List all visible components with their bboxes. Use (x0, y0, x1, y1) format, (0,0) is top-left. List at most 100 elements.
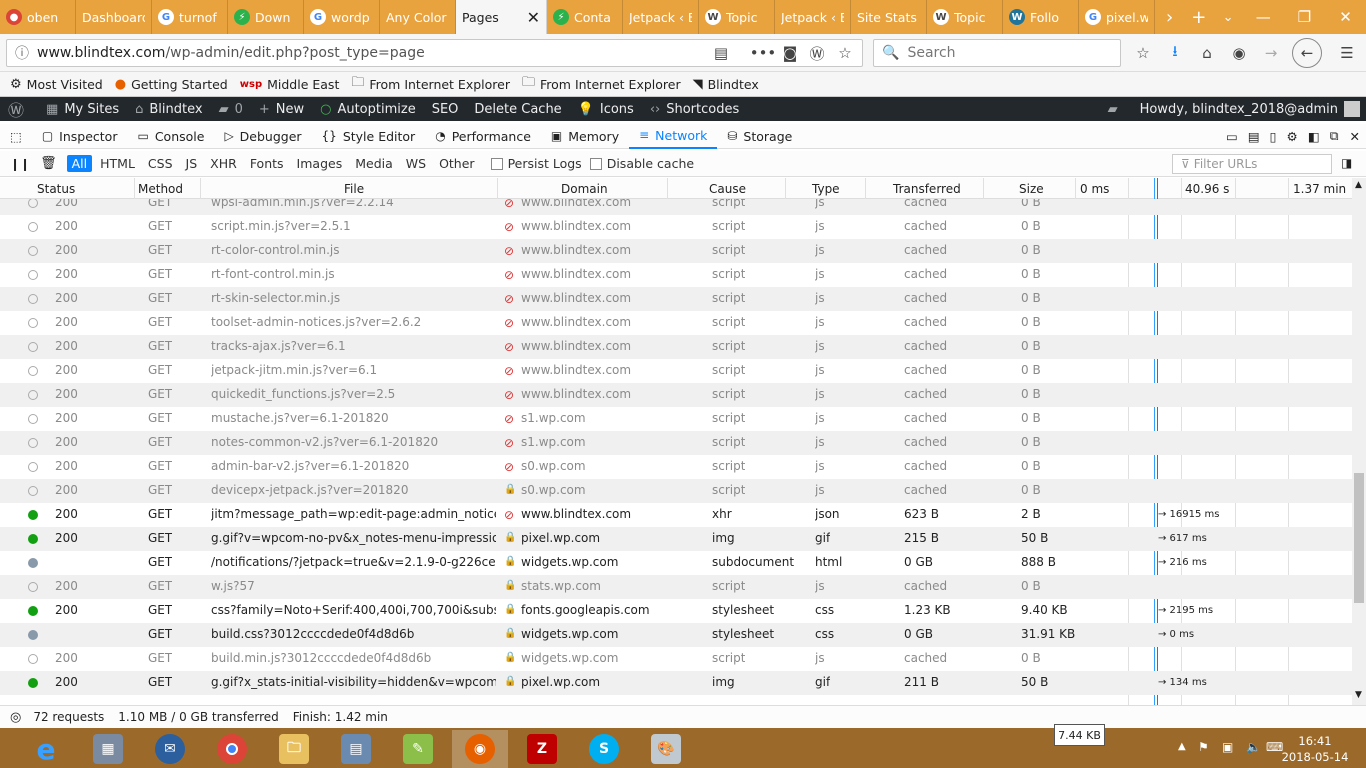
scrollbar-thumb[interactable] (1354, 473, 1364, 603)
new-tab-button[interactable]: + (1184, 0, 1213, 34)
disable-cache-checkbox[interactable]: Disable cache (589, 156, 694, 171)
filter-media[interactable]: Media (350, 155, 398, 172)
file-explorer-icon[interactable]: 🗀 (266, 730, 322, 768)
wp-seo[interactable]: SEO (432, 102, 459, 117)
pick-element-icon[interactable]: ⬚ (0, 124, 32, 149)
scrollbar[interactable]: ▲ ▼ (1352, 178, 1366, 705)
request-list[interactable]: 200 GET wpsl-admin.min.js?ver=2.2.14 www.bl… (0, 199, 1352, 704)
tab-scroll-right-icon[interactable]: › (1155, 0, 1184, 34)
tool-debugger[interactable]: ▷ Debugger (214, 124, 311, 149)
calculator-icon[interactable]: ▦ (80, 730, 136, 768)
request-row[interactable]: 200 GET script.min.js?ver=2.5.1 www.blindte… (0, 215, 1352, 239)
bookmark-star-icon[interactable]: ☆ (832, 40, 858, 66)
search-input[interactable]: 🔍 Search (873, 39, 1121, 67)
browser-tab[interactable]: W Topic (927, 0, 1003, 34)
browser-tab[interactable]: Site Stats ‹ (851, 0, 927, 34)
request-row[interactable]: 200 GET rt-color-control.min.js www.blindte… (0, 239, 1352, 263)
col-type[interactable]: Type (812, 182, 840, 196)
responsive-mode-icon[interactable]: ▭ (1221, 124, 1243, 149)
url-bar[interactable]: ⓘ www.blindtex.com/wp-admin/edit.php?pos… (6, 39, 863, 67)
browser-tab[interactable]: Gwordp (304, 0, 380, 34)
trash-icon[interactable]: 🗑 (40, 156, 57, 171)
browser-tab[interactable]: W Follo (1003, 0, 1079, 34)
persist-logs-checkbox[interactable]: Persist Logs (490, 156, 582, 171)
request-row[interactable]: 200 GET g.gif?x_stats-initial-visibility=h… (0, 671, 1352, 695)
request-row[interactable]: 200 GET build.min.js?3012ccccdede0f4d8d6b w… (0, 647, 1352, 671)
undock-icon[interactable]: ⧉ (1325, 124, 1344, 149)
scroll-down-icon[interactable]: ▼ (1355, 690, 1362, 700)
col-size[interactable]: Size (1019, 182, 1044, 196)
clock[interactable]: 16:41 2018-05-14 (1270, 733, 1360, 765)
browser-tab[interactable]: Jetpack ‹ B (623, 0, 699, 34)
wp-icons[interactable]: 💡 Icons (578, 102, 634, 117)
reader-view-icon[interactable]: ▤ (708, 40, 734, 66)
wp-logo-icon[interactable]: Ⓦ (8, 97, 30, 121)
tool-network[interactable]: ≡ Network (629, 124, 718, 149)
skype-icon[interactable]: S (576, 730, 632, 768)
restore-button[interactable]: ❐ (1284, 0, 1325, 34)
wp-autoptimize[interactable]: ○ Autoptimize (320, 102, 416, 117)
tool-inspector[interactable]: ▢ Inspector (32, 124, 128, 149)
filter-urls-input[interactable]: ⊽ Filter URLs (1172, 154, 1332, 174)
performance-analysis-icon[interactable]: ◎ (10, 710, 21, 725)
bookmark-getting-started[interactable]: ● Getting Started (115, 77, 228, 92)
toggle-sidebar-icon[interactable]: ◨ (1341, 156, 1352, 170)
notepad-icon[interactable]: ✎ (390, 730, 446, 768)
screenshot-icon[interactable]: ▯ (1265, 124, 1282, 149)
browser-tab[interactable]: Any Color (380, 0, 456, 34)
browser-tab[interactable]: Dashboard (76, 0, 152, 34)
frame-select-icon[interactable]: ▤ (1243, 124, 1265, 149)
forward-icon[interactable]: → (1258, 40, 1284, 66)
volume-icon[interactable]: 🔈 (1246, 740, 1261, 754)
page-actions-icon[interactable]: ••• (750, 40, 777, 66)
scroll-up-icon[interactable]: ▲ (1355, 180, 1362, 190)
ie-icon[interactable]: e (18, 730, 74, 768)
wp-shortcodes[interactable]: ‹› Shortcodes (650, 102, 739, 117)
filter-html[interactable]: HTML (95, 155, 140, 172)
bookmark-middle-east[interactable]: wsp Middle East (240, 77, 340, 92)
wp-my-sites[interactable]: ▦ My Sites (46, 102, 119, 117)
request-row[interactable]: 200 GET mustache.js?ver=6.1-201820 s1.wp.co… (0, 407, 1352, 431)
request-row[interactable]: 200 GET admin-bar-v2.js?ver=6.1-201820 s0.w… (0, 455, 1352, 479)
tool-style-editor[interactable]: {} Style Editor (312, 124, 426, 149)
downloads-icon[interactable]: ⭳ (1162, 40, 1188, 66)
browser-tab[interactable]: ⚡ Down (228, 0, 304, 34)
browser-tab[interactable]: Pages ✕ (456, 0, 547, 34)
filter-all[interactable]: All (66, 155, 93, 172)
minimize-button[interactable]: — (1243, 0, 1284, 34)
flag-icon[interactable]: ⚑ (1198, 740, 1209, 754)
col-status[interactable]: Status (37, 182, 75, 196)
tool-console[interactable]: ▭ Console (127, 124, 214, 149)
browser-tab[interactable]: W Topic (699, 0, 775, 34)
request-row[interactable]: 200 GET quickedit_functions.js?ver=2.5 www.… (0, 383, 1352, 407)
tab-list-chevron-icon[interactable]: ⌄ (1213, 0, 1242, 34)
request-row[interactable]: 200 GET jitm?message_path=wp:edit-page:adm… (0, 503, 1352, 527)
home-icon[interactable]: ⌂ (1194, 40, 1220, 66)
browser-tab[interactable]: Gpixel.w (1079, 0, 1155, 34)
filter-xhr[interactable]: XHR (205, 155, 242, 172)
back-icon[interactable]: ← (1292, 38, 1322, 68)
wp-new[interactable]: + New (259, 102, 304, 117)
pause-icon[interactable]: ❙❙ (10, 157, 30, 171)
chrome-icon[interactable] (204, 730, 260, 768)
extension-icon[interactable]: ◉ (1226, 40, 1252, 66)
tray-chevron-icon[interactable]: ▲ (1178, 741, 1186, 752)
filter-images[interactable]: Images (292, 155, 348, 172)
request-row[interactable]: 200 GET tracks-ajax.js?ver=6.1 www.blindtex… (0, 335, 1352, 359)
wordpress-icon[interactable]: Ⓦ (804, 40, 830, 66)
thunderbird-icon[interactable]: ✉ (142, 730, 198, 768)
network-tray-icon[interactable]: ▣ (1222, 740, 1233, 754)
filter-other[interactable]: Other (434, 155, 480, 172)
tool-memory[interactable]: ▣ Memory (541, 124, 629, 149)
request-row[interactable]: 200 GET rt-skin-selector.min.js www.blindte… (0, 287, 1352, 311)
request-row[interactable]: 200 GET notes-common-v2.js?ver=6.1-201820 s… (0, 431, 1352, 455)
filezilla-icon[interactable]: Z (514, 730, 570, 768)
bookmark-blindtex[interactable]: ◥ Blindtex (693, 77, 759, 92)
dock-side-icon[interactable]: ◧ (1303, 124, 1325, 149)
bookmark-most-visited[interactable]: ⚙ Most Visited (10, 77, 103, 92)
browser-tab[interactable]: ⚡ Conta (547, 0, 623, 34)
tool-storage[interactable]: ⛁ Storage (717, 124, 802, 149)
request-row[interactable]: GET build.css?3012ccccdede0f4d8d6b widgets… (0, 623, 1352, 647)
request-row[interactable]: GET/notifications/?jetpack=true&v=2.1.9-… (0, 551, 1352, 575)
bookmarks-menu-icon[interactable]: ☆ (1130, 40, 1156, 66)
